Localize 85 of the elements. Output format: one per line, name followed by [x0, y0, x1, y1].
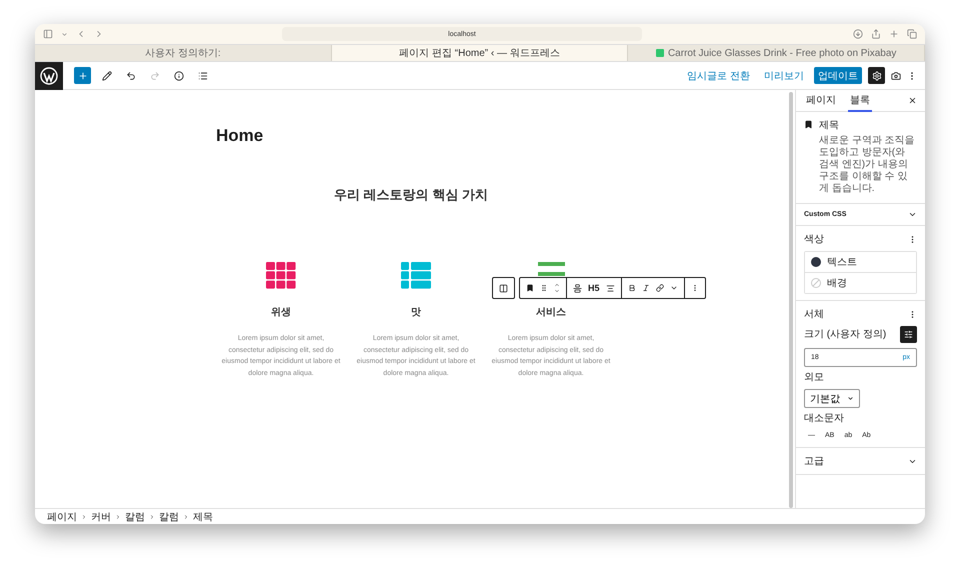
- chevron-down-icon: [61, 30, 68, 38]
- scrollbar[interactable]: [789, 92, 793, 508]
- italic-icon: [642, 284, 650, 292]
- text-align-button[interactable]: [606, 284, 615, 292]
- block-type-button[interactable]: [526, 284, 534, 292]
- heading-level-button[interactable]: H5: [588, 283, 600, 293]
- action-link[interactable]: 임시글로 전환: [683, 67, 754, 84]
- pencil-icon: [102, 70, 112, 80]
- link-button[interactable]: [656, 284, 664, 292]
- sidebar-icon: [43, 29, 53, 39]
- chevron-right-icon: [183, 514, 189, 520]
- sliders-icon: [904, 330, 913, 339]
- browser-tab[interactable]: 페이지 편집 “Home” ‹ — 워드프레스: [332, 45, 628, 61]
- panel-title: 서체: [804, 308, 824, 321]
- tabs-icon: [907, 29, 917, 39]
- plus-icon: [889, 29, 899, 39]
- columns-icon: [499, 284, 508, 292]
- camera-icon: [891, 70, 901, 80]
- update-button[interactable]: 업데이트: [814, 67, 862, 84]
- chevron-down-icon: [847, 395, 854, 402]
- align-button[interactable]: [573, 284, 582, 292]
- bookmark-icon: [804, 120, 813, 129]
- link-icon: [656, 284, 664, 292]
- breadcrumb-item[interactable]: 칼럼: [125, 510, 145, 524]
- chevron-down-icon: [670, 284, 678, 292]
- italic-button[interactable]: [642, 284, 650, 292]
- breadcrumb-item[interactable]: 페이지: [47, 510, 77, 524]
- bold-icon: [628, 284, 636, 292]
- sidebar-tab[interactable]: 블록: [848, 90, 872, 112]
- bold-button[interactable]: [628, 284, 636, 292]
- close-icon: [908, 96, 917, 105]
- field-label: 외모: [804, 372, 825, 384]
- more-options-button[interactable]: [670, 284, 678, 292]
- action-link[interactable]: 미리보기: [760, 67, 808, 84]
- tab-title: 사용자 정의하기:: [145, 47, 221, 60]
- page-title: Home: [216, 126, 264, 146]
- breadcrumb-item[interactable]: 커버: [91, 510, 111, 524]
- block-name: 제목: [819, 120, 840, 132]
- browser-tab[interactable]: Carrot Juice Glasses Drink - Free photo on Pixabay: [628, 45, 925, 61]
- move-button[interactable]: [554, 282, 560, 294]
- breadcrumb-item[interactable]: 칼럼: [159, 510, 179, 524]
- panel-title[interactable]: 고급: [804, 454, 824, 468]
- bars-icon: [538, 262, 564, 276]
- custom-size-button[interactable]: [900, 326, 917, 343]
- chevron-down-icon: [908, 210, 917, 219]
- table-icon: [401, 262, 431, 289]
- chevron-right-icon: [81, 514, 87, 520]
- settings-button[interactable]: [868, 67, 885, 84]
- chevron-right-icon: [115, 514, 121, 520]
- feature-title: 서비스: [536, 306, 566, 319]
- field-label: 대소문자: [804, 413, 845, 425]
- appearance-select[interactable]: 기본값: [804, 389, 860, 408]
- breadcrumb-item[interactable]: 제목: [193, 510, 213, 524]
- feature-title: 위생: [271, 306, 291, 319]
- tab-title: Carrot Juice Glasses Drink - Free photo on Pixabay: [668, 48, 896, 58]
- color-swatch: [811, 278, 821, 288]
- color-option[interactable]: 텍스트: [805, 252, 916, 273]
- chevron-up-icon: [554, 282, 560, 288]
- panel-title: 색상: [804, 233, 824, 246]
- tab-title: 페이지 편집 “Home” ‹ — 워드프레스: [399, 47, 560, 60]
- columns-button[interactable]: [499, 284, 508, 292]
- add-button[interactable]: [74, 67, 91, 84]
- drag-handle-icon: [540, 284, 548, 292]
- align-icon: [573, 284, 582, 292]
- chevron-down-icon: [554, 288, 560, 294]
- grid-icon: [266, 262, 296, 289]
- share-icon: [871, 29, 881, 39]
- redo-icon: [150, 70, 160, 80]
- wordpress-logo-icon: [40, 66, 58, 84]
- logo[interactable]: [35, 62, 63, 90]
- chevron-right-icon: [149, 514, 155, 520]
- download-icon: [853, 29, 863, 39]
- info-icon: [174, 70, 184, 80]
- feature-title: 맛: [411, 306, 421, 319]
- close-button[interactable]: [908, 96, 917, 105]
- favicon: [656, 49, 664, 57]
- section-heading: 우리 레스토랑의 핵심 가치: [333, 186, 489, 204]
- field-label: 크기 (사용자 정의): [804, 328, 886, 340]
- sidebar-tab[interactable]: 페이지: [804, 90, 838, 112]
- settings-icon: [872, 70, 882, 80]
- block-description: 새로운 구역과 조직을 도입하고 방문자(와 검색 엔진)가 내용의 구조를 이해할 수 있게 돕습니다.: [819, 135, 916, 195]
- undo-icon: [126, 70, 136, 80]
- bookmark-icon: [526, 284, 534, 292]
- align-center-icon: [606, 284, 615, 292]
- plus-icon: [78, 70, 88, 80]
